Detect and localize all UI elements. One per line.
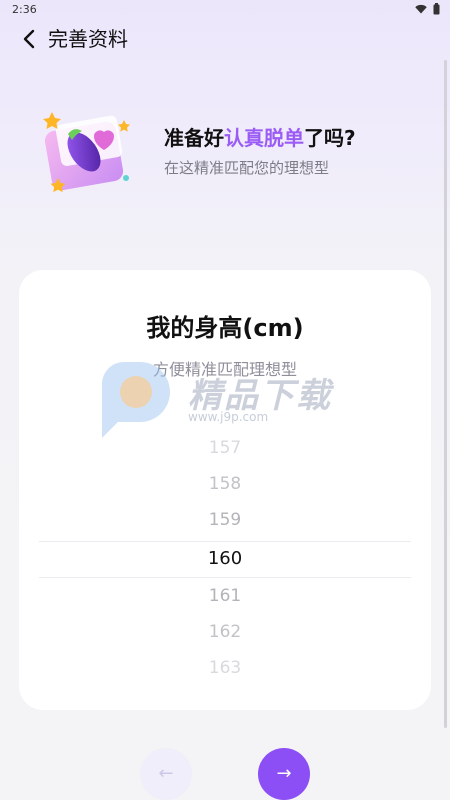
picker-item[interactable]: 158 bbox=[39, 466, 411, 502]
wifi-icon bbox=[415, 4, 427, 14]
battery-icon bbox=[433, 3, 440, 15]
arrow-left-icon: ← bbox=[158, 763, 174, 784]
picker-item[interactable]: 162 bbox=[39, 614, 411, 650]
hero-title-pre: 准备好 bbox=[164, 126, 224, 150]
picker-item[interactable]: 163 bbox=[39, 650, 411, 686]
height-picker[interactable]: 157 158 159 160 161 162 163 bbox=[39, 430, 411, 682]
picker-item[interactable]: 159 bbox=[39, 502, 411, 538]
hero-title-highlight: 认真脱单 bbox=[224, 126, 304, 150]
picker-item-selected[interactable]: 160 bbox=[39, 541, 411, 577]
card-subtitle: 方便精准匹配理想型 bbox=[152, 360, 297, 379]
page-title: 完善资料 bbox=[48, 27, 128, 51]
top-nav-bar: 完善资料 bbox=[0, 20, 450, 56]
picker-item[interactable]: 157 bbox=[39, 430, 411, 466]
status-time: 2:36 bbox=[12, 3, 37, 16]
eggplant-envelope-icon bbox=[43, 112, 130, 193]
status-bar: 2:36 bbox=[0, 0, 450, 20]
next-button[interactable]: → bbox=[258, 748, 310, 800]
previous-button[interactable]: ← bbox=[140, 748, 192, 800]
back-button[interactable] bbox=[14, 24, 44, 54]
height-card: 我的身高(cm) 方便精准匹配理想型 157 158 159 160 161 1… bbox=[19, 270, 431, 710]
hero-section: 准备好认真脱单了吗? 在这精准匹配您的理想型 bbox=[38, 98, 438, 208]
picker-item[interactable]: 161 bbox=[39, 578, 411, 614]
hero-title-post: 了吗? bbox=[304, 126, 356, 150]
scrollbar[interactable] bbox=[444, 60, 447, 728]
card-title: 我的身高(cm) bbox=[146, 314, 304, 342]
chevron-left-icon bbox=[23, 29, 35, 49]
status-icons bbox=[415, 3, 440, 15]
arrow-right-icon: → bbox=[276, 763, 292, 784]
hero-title: 准备好认真脱单了吗? bbox=[164, 122, 356, 151]
hero-subtitle: 在这精准匹配您的理想型 bbox=[164, 159, 330, 177]
